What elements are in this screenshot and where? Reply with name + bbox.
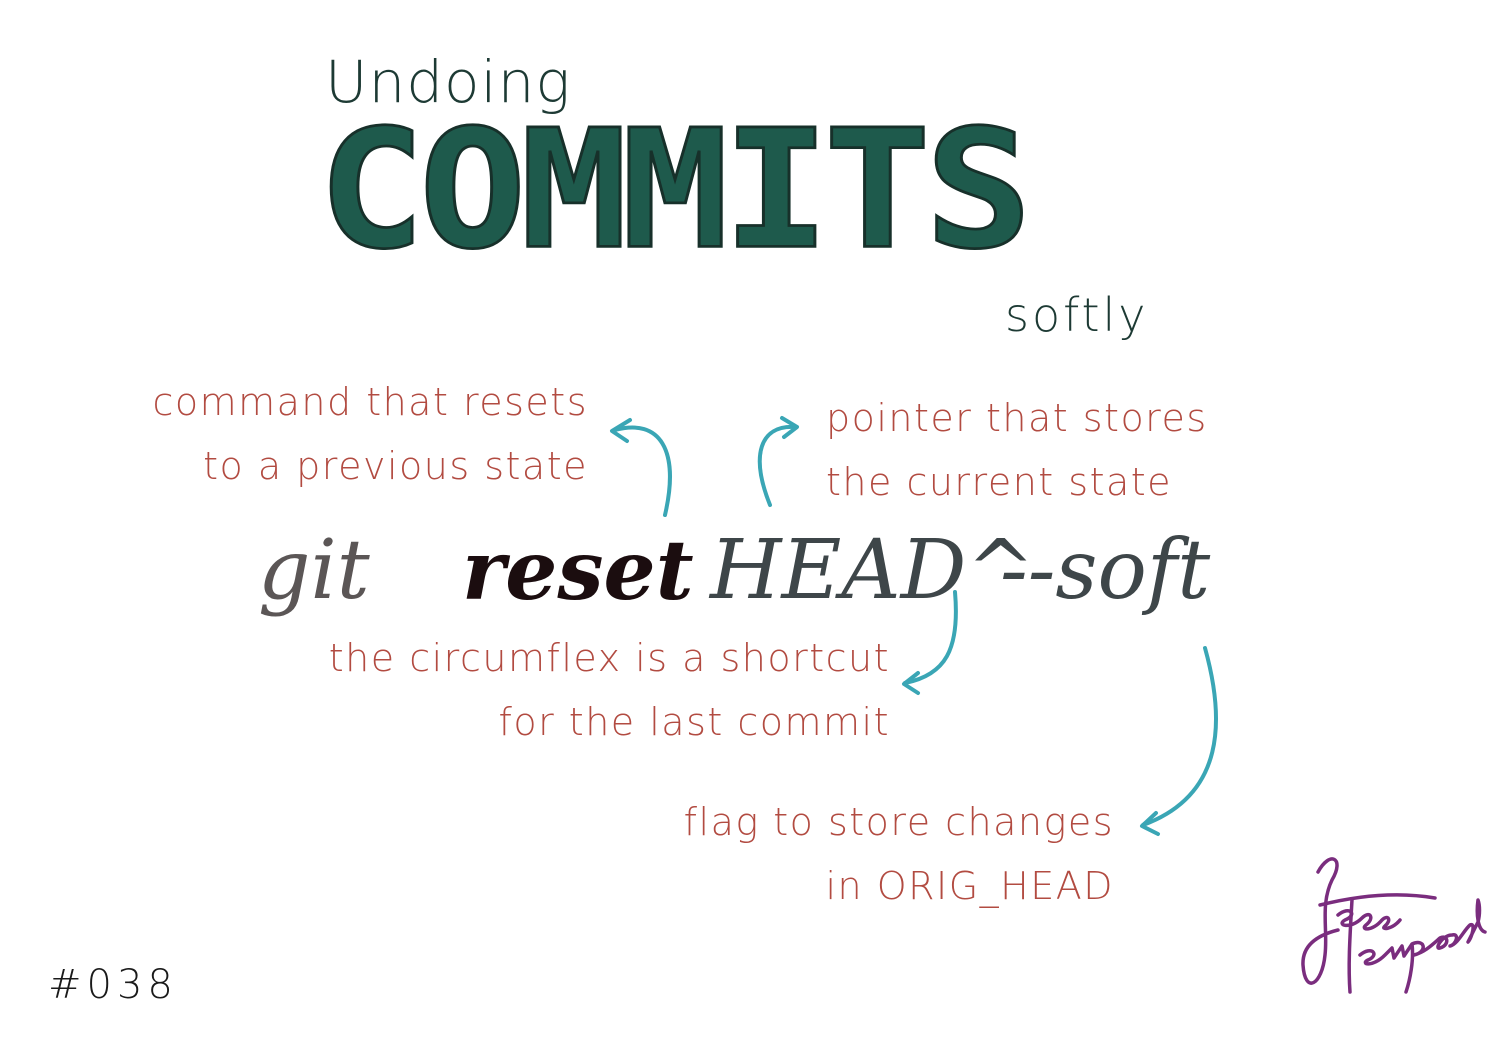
command-reset: reset [462, 523, 694, 619]
annotation-circumflex: the circumflex is a shortcut for the las… [329, 626, 890, 754]
title-suffix: softly [1005, 288, 1149, 342]
annotation-reset: command that resets to a previous state [152, 370, 588, 498]
annotation-head: pointer that stores the current state [826, 386, 1208, 514]
arrowhead-circumflex-icon [902, 671, 920, 695]
annotation-soft-line2: in ORIG_HEAD [825, 864, 1114, 908]
title-main: COMMITS [317, 94, 1034, 285]
annotation-circumflex-line1: the circumflex is a shortcut [328, 636, 890, 680]
arrow-soft-icon [1141, 646, 1218, 827]
issue-number: #038 [48, 962, 178, 1008]
annotation-soft-line1: flag to store changes [683, 800, 1114, 844]
arrow-reset-icon [613, 425, 672, 517]
command-head: HEAD^ [710, 523, 1036, 618]
arrowhead-reset-icon [610, 418, 632, 443]
annotation-reset-line1: command that resets [152, 380, 588, 424]
annotation-head-line2: the current state [826, 460, 1173, 504]
arrowhead-soft-icon [1140, 811, 1160, 836]
command-git: git [258, 523, 370, 618]
annotation-head-line1: pointer that stores [826, 396, 1208, 440]
command-soft-flag: --soft [1000, 523, 1211, 618]
annotation-soft: flag to store changes in ORIG_HEAD [684, 790, 1114, 918]
arrowhead-head-icon [780, 416, 799, 439]
signature-icon [1301, 857, 1487, 994]
arrow-head-icon [757, 424, 797, 507]
annotation-circumflex-line2: for the last commit [498, 700, 890, 744]
annotation-reset-line2: to a previous state [203, 444, 588, 488]
